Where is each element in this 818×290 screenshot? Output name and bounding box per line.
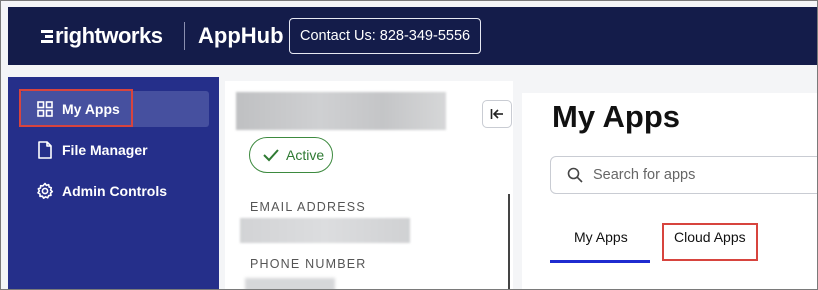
redacted-user-name [236,92,446,130]
sidebar-item-label: File Manager [62,142,148,158]
check-icon [263,149,279,162]
sidebar-item-file-manager[interactable]: File Manager [20,132,209,168]
brand-logo[interactable]: rightworks [41,23,163,49]
highlight-box-cloud-apps [662,223,758,261]
scrollbar[interactable] [508,194,510,289]
sidebar-item-admin-controls[interactable]: Admin Controls [20,173,209,209]
sidebar-item-label: Admin Controls [62,183,167,199]
file-icon [36,141,54,159]
status-label: Active [286,147,325,163]
status-badge: Active [249,137,333,173]
product-name: AppHub [198,23,284,48]
brand-name: rightworks [55,23,163,48]
collapse-left-icon [490,109,503,119]
email-address-label: EMAIL ADDRESS [250,200,366,214]
gear-icon [36,182,54,200]
app-window: rightworks AppHub Contact Us: 828-349-55… [0,0,818,290]
phone-number-label: PHONE NUMBER [250,257,367,271]
search-input[interactable] [591,166,795,184]
contact-us-button[interactable]: Contact Us: 828-349-5556 [289,18,482,54]
redacted-email-value [240,218,410,243]
search-icon [567,167,583,183]
profile-panel: Active EMAIL ADDRESS PHONE NUMBER [225,81,513,289]
top-header: rightworks AppHub Contact Us: 828-349-55… [8,7,817,65]
logo-divider [184,22,185,50]
search-field[interactable] [550,156,817,194]
highlight-box-my-apps [19,89,133,127]
tab-my-apps[interactable]: My Apps [574,229,628,245]
active-tab-indicator [550,260,650,263]
brand-mark-icon [41,28,53,45]
main-content: My Apps My Apps Cloud Apps [522,93,817,289]
page-title: My Apps [552,99,681,134]
redacted-phone-value [245,278,335,289]
collapse-panel-button[interactable] [482,100,512,128]
